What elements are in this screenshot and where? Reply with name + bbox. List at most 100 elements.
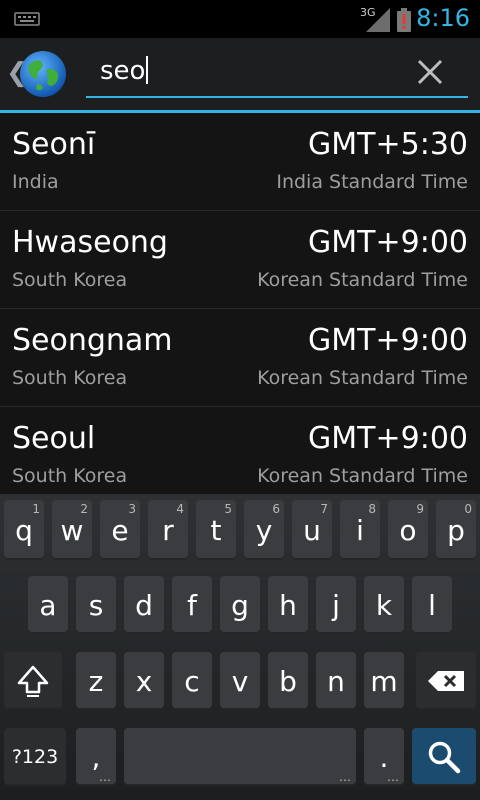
soft-keyboard: q1 w2 e3 r4 t5 y6 u7 i8 o9 p0 a s d f g …	[0, 494, 480, 800]
key-label: w	[60, 513, 84, 547]
key-u[interactable]: u7	[292, 500, 332, 560]
keyboard-icon	[14, 12, 40, 26]
key-k[interactable]: k	[364, 576, 404, 634]
key-hint: 9	[416, 502, 424, 516]
space-key[interactable]: …	[124, 728, 356, 786]
result-row-seongnam[interactable]: Seongnam South Korea GMT+9:00 Korean Sta…	[0, 309, 480, 407]
key-p[interactable]: p0	[436, 500, 476, 560]
key-t[interactable]: t5	[196, 500, 236, 560]
key-l[interactable]: l	[412, 576, 452, 634]
key-e[interactable]: e3	[100, 500, 140, 560]
key-label: c	[184, 664, 200, 698]
key-label: k	[375, 588, 393, 622]
key-v[interactable]: v	[220, 652, 260, 710]
result-row-hwaseong[interactable]: Hwaseong South Korea GMT+9:00 Korean Sta…	[0, 211, 480, 309]
key-hint: 8	[368, 502, 376, 516]
country-name: South Korea	[12, 367, 128, 389]
key-label: o	[399, 513, 417, 547]
key-label: g	[231, 588, 249, 622]
key-hint: 1	[32, 502, 40, 516]
search-input[interactable]: seo	[86, 48, 468, 98]
globe-icon[interactable]	[19, 50, 67, 98]
key-m[interactable]: m	[364, 652, 404, 710]
period-key[interactable]: .…	[364, 728, 404, 786]
signal-icon: 3G	[360, 6, 390, 32]
key-h[interactable]: h	[268, 576, 308, 634]
city-name: Seongnam	[12, 323, 173, 358]
shift-key[interactable]	[4, 652, 62, 710]
more-keys-indicator: …	[99, 770, 111, 784]
key-label: n	[327, 664, 345, 698]
more-keys-indicator: …	[387, 770, 399, 784]
key-x[interactable]: x	[124, 652, 164, 710]
city-name: Hwaseong	[12, 225, 168, 260]
search-key[interactable]	[412, 728, 476, 786]
key-q[interactable]: q1	[4, 500, 44, 560]
timezone-name: India Standard Time	[276, 171, 468, 193]
key-y[interactable]: y6	[244, 500, 284, 560]
key-label: ,	[91, 740, 101, 774]
key-label: x	[135, 664, 153, 698]
country-name: South Korea	[12, 269, 128, 291]
key-label: s	[88, 588, 104, 622]
text-cursor	[146, 56, 149, 84]
key-label: u	[303, 513, 321, 547]
timezone-result-list: Seonī India GMT+5:30 India Standard Time…	[0, 113, 480, 495]
key-s[interactable]: s	[76, 576, 116, 634]
key-label: t	[210, 513, 222, 547]
key-label: a	[39, 588, 57, 622]
city-name: Seonī	[12, 127, 96, 162]
key-label: j	[332, 588, 340, 622]
key-hint: 6	[272, 502, 280, 516]
key-label: e	[111, 513, 129, 547]
key-w[interactable]: w2	[52, 500, 92, 560]
close-icon[interactable]	[416, 58, 444, 86]
key-z[interactable]: z	[76, 652, 116, 710]
network-type: 3G	[360, 6, 376, 19]
search-query: seo	[100, 56, 146, 86]
key-hint: 2	[80, 502, 88, 516]
key-label: l	[428, 588, 436, 622]
result-row-seoni[interactable]: Seonī India GMT+5:30 India Standard Time	[0, 113, 480, 211]
key-label: r	[162, 513, 174, 547]
key-hint: 0	[464, 502, 472, 516]
key-label: .	[379, 740, 389, 774]
country-name: South Korea	[12, 465, 128, 487]
key-label: i	[356, 513, 364, 547]
backspace-icon	[428, 671, 464, 691]
more-keys-indicator: …	[339, 770, 351, 784]
result-row-seoul[interactable]: Seoul South Korea GMT+9:00 Korean Standa…	[0, 407, 480, 495]
key-hint: 7	[320, 502, 328, 516]
key-o[interactable]: o9	[388, 500, 428, 560]
key-label: h	[279, 588, 297, 622]
key-d[interactable]: d	[124, 576, 164, 634]
gmt-offset: GMT+9:00	[308, 225, 468, 260]
backspace-key[interactable]	[416, 652, 476, 710]
key-i[interactable]: i8	[340, 500, 380, 560]
gmt-offset: GMT+9:00	[308, 323, 468, 358]
key-label: b	[279, 664, 297, 698]
key-label: y	[255, 513, 273, 547]
timezone-name: Korean Standard Time	[257, 465, 468, 487]
status-bar: 3G 8:16	[0, 0, 480, 38]
key-label: q	[15, 513, 33, 547]
status-clock: 8:16	[416, 4, 470, 32]
key-label: z	[88, 664, 104, 698]
country-name: India	[12, 171, 59, 193]
key-f[interactable]: f	[172, 576, 212, 634]
comma-key[interactable]: ,…	[76, 728, 116, 786]
key-b[interactable]: b	[268, 652, 308, 710]
search-action-bar: ❮ seo	[0, 38, 480, 113]
symbols-key[interactable]: ?123	[4, 728, 66, 786]
key-label: p	[447, 513, 465, 547]
key-c[interactable]: c	[172, 652, 212, 710]
key-r[interactable]: r4	[148, 500, 188, 560]
key-a[interactable]: a	[28, 576, 68, 634]
timezone-name: Korean Standard Time	[257, 367, 468, 389]
key-hint: 3	[128, 502, 136, 516]
key-j[interactable]: j	[316, 576, 356, 634]
key-hint: 5	[224, 502, 232, 516]
key-hint: 4	[176, 502, 184, 516]
key-n[interactable]: n	[316, 652, 356, 710]
key-g[interactable]: g	[220, 576, 260, 634]
